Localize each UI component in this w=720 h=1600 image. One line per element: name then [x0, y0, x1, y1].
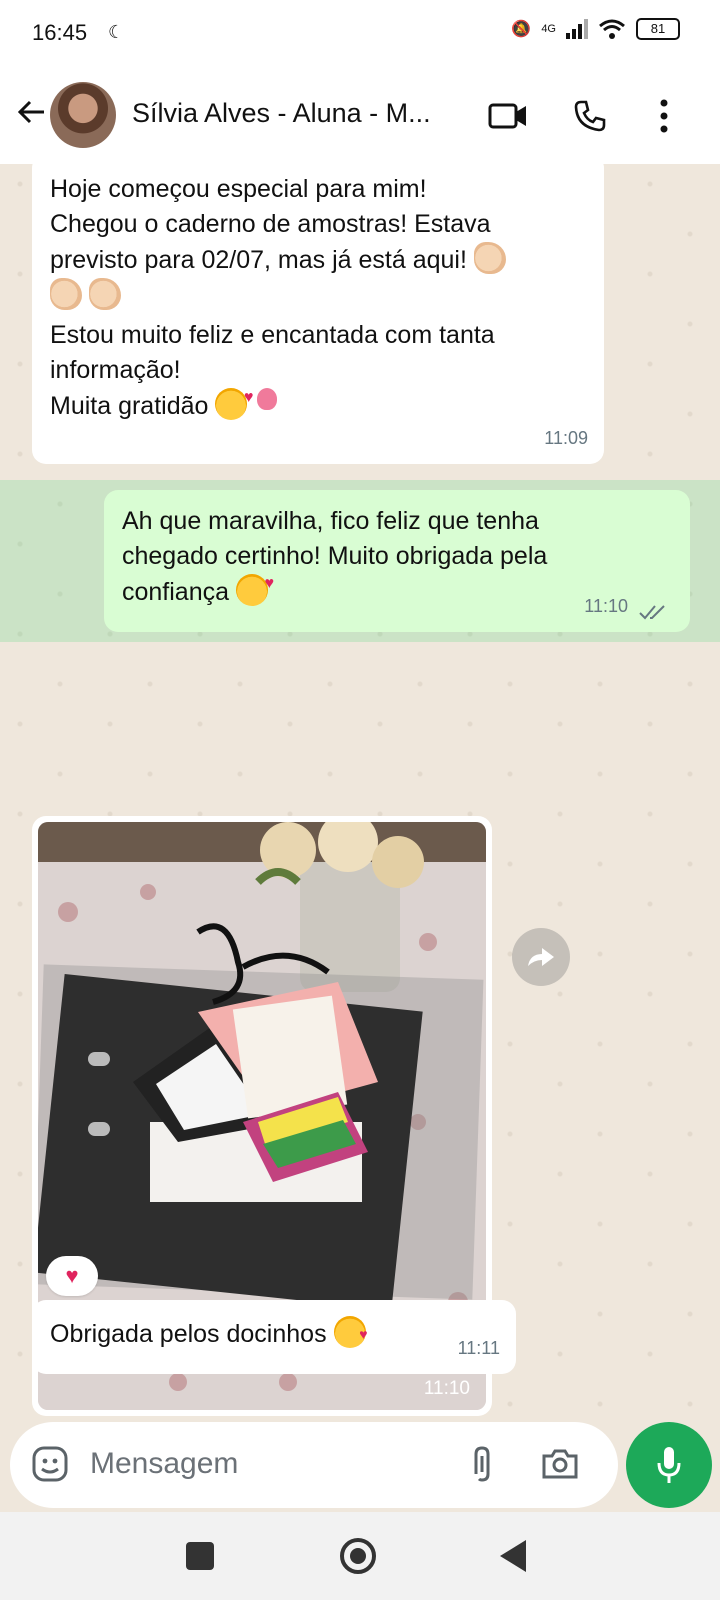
message-time: 11:10: [584, 596, 628, 616]
network-label: 4G: [541, 23, 556, 35]
message-line-row: [50, 278, 586, 318]
status-time: 16:45: [32, 20, 88, 45]
message-line: Hoje começou especial para mim!: [50, 175, 427, 203]
message-bubble-incoming[interactable]: Obrigada pelos docinhos 11:11: [32, 1300, 516, 1374]
message-line: Muita gratidão: [50, 392, 209, 420]
message-bubble-incoming[interactable]: Hoje começou especial para mim! Chegou o…: [32, 164, 604, 464]
system-navigation-bar: [0, 1512, 720, 1600]
message-composer: [0, 1420, 720, 1512]
video-call-icon[interactable]: [484, 92, 532, 140]
image-message-time: 11:10: [423, 1378, 470, 1399]
chat-area[interactable]: Hoje começou especial para mim! Chegou o…: [0, 164, 720, 1420]
signal-icon: [566, 19, 588, 39]
face-blowing-kiss-icon: [333, 1316, 368, 1352]
tulip-icon: [254, 388, 280, 420]
read-receipt-icon: [639, 605, 665, 620]
smiling-face-with-hearts-icon: [235, 566, 274, 606]
clapping-hands-icon: [88, 278, 121, 310]
message-time: 11:09: [544, 428, 588, 448]
mute-icon: 🔕: [511, 21, 532, 38]
emoji-sticker-icon[interactable]: [30, 1444, 70, 1484]
message-line: Estou muito feliz e encantada com tanta: [50, 321, 495, 349]
clapping-hands-icon: [50, 278, 82, 310]
message-line: informação!: [50, 356, 181, 384]
message-line-row: previsto para 02/07, mas já está aqui!: [50, 242, 586, 278]
recents-icon[interactable]: [186, 1542, 214, 1570]
message-bubble-outgoing[interactable]: Ah que maravilha, fico feliz que tenha c…: [104, 490, 690, 632]
contact-name[interactable]: Sílvia Alves - Aluna - M...: [132, 98, 472, 129]
avatar[interactable]: [50, 82, 116, 148]
microphone-icon: [657, 1447, 681, 1483]
forward-icon[interactable]: [512, 928, 570, 986]
more-options-icon[interactable]: [640, 92, 688, 140]
home-icon[interactable]: [340, 1538, 376, 1574]
message-line: Ah que maravilha, fico feliz que tenha: [122, 507, 539, 535]
clapping-hands-icon: [473, 242, 506, 274]
chat-header: Sílvia Alves - Aluna - M...: [0, 72, 720, 164]
message-line: chegado certinho! Muito obrigada pela: [122, 542, 548, 570]
notification-icon: ☾: [108, 22, 125, 42]
message-time: 11:11: [457, 1338, 500, 1358]
back-nav-icon[interactable]: [500, 1540, 526, 1572]
wifi-icon: [599, 19, 625, 39]
status-bar: 16:45 ☾ 🔕 4G 81: [0, 0, 720, 72]
battery-indicator: 81: [636, 18, 680, 40]
attach-icon[interactable]: [462, 1444, 502, 1484]
message-input-container: [10, 1422, 618, 1508]
camera-icon[interactable]: [540, 1446, 580, 1486]
message-line: confiança: [122, 578, 230, 606]
status-icons: 🔕 4G 81: [511, 18, 680, 40]
message-line: Chegou o caderno de amostras! Estava: [50, 210, 491, 238]
back-arrow-icon[interactable]: [12, 96, 52, 136]
message-line-row: Muita gratidão: [50, 380, 586, 424]
smiling-face-with-hearts-icon: [215, 380, 253, 420]
message-line: Obrigada pelos docinhos: [50, 1320, 327, 1348]
heart-reaction-icon[interactable]: ♥: [46, 1256, 98, 1296]
microphone-button[interactable]: [626, 1422, 712, 1508]
message-input[interactable]: [90, 1444, 450, 1484]
message-line: previsto para 02/07, mas já está aqui!: [50, 246, 467, 274]
phone-call-icon[interactable]: [566, 92, 614, 140]
